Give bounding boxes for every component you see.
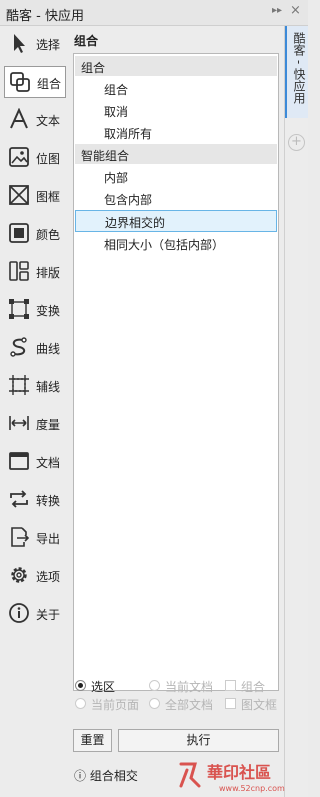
sidebar-item-select[interactable]: 选择 [4, 28, 66, 60]
title-bar: 酷客 - 快应用 ▸▸ × [0, 0, 308, 26]
sidebar-item-guides[interactable]: 辅线 [4, 370, 66, 402]
panel-title: 组合 [74, 34, 99, 48]
list-item-label: 组合 [104, 83, 129, 97]
sidebar-item-export[interactable]: 导出 [4, 522, 66, 554]
scope-current-page-label: 当前页面 [91, 698, 140, 712]
sidebar-item-measure[interactable]: 度量 [4, 408, 66, 440]
document-icon [9, 452, 29, 470]
scope-current-doc-radio[interactable] [149, 680, 160, 691]
sidebar-item-document[interactable]: 文档 [4, 446, 66, 478]
export-icon [11, 527, 30, 547]
color-icon [9, 223, 29, 243]
list-item[interactable]: 取消所有 [75, 122, 277, 142]
scope-selection-radio[interactable] [75, 680, 86, 691]
sidebar-item-frame[interactable]: 图框 [4, 180, 66, 212]
group-icon [10, 72, 30, 92]
graphic-frame-checkbox-label: 图文框 [241, 698, 278, 712]
list-item[interactable]: 包含内部 [75, 188, 277, 208]
status-bar: ⓘ 组合相交 [74, 767, 138, 784]
sidebar-item-layout[interactable]: 排版 [4, 256, 66, 288]
tab-label: 酷客 - 快应用 [292, 32, 306, 104]
list-item[interactable]: 相同大小（包括内部） [75, 233, 277, 253]
window-title: 酷客 - 快应用 [6, 9, 84, 24]
expand-icon[interactable]: ▸▸ [272, 5, 282, 16]
watermark-logo: 華印社區 www.52cnp.com [179, 762, 285, 793]
list-item-label: 包含内部 [104, 193, 153, 207]
sidebar-item-label: 辅线 [36, 380, 61, 394]
sidebar-item-label: 颜色 [36, 228, 61, 242]
svg-text:華印社區: 華印社區 [207, 763, 271, 782]
layout-icon [9, 261, 29, 281]
sidebar-item-label: 选项 [36, 570, 61, 584]
sidebar-item-label: 关于 [36, 608, 61, 622]
list-item[interactable]: 取消 [75, 100, 277, 120]
sidebar-item-color[interactable]: 颜色 [4, 218, 66, 250]
group-header-label: 组合 [81, 61, 106, 75]
sidebar-item-transform[interactable]: 变换 [4, 294, 66, 326]
scope-all-docs-radio[interactable] [149, 698, 160, 709]
scope-current-page-radio[interactable] [75, 698, 86, 709]
list-item-label: 相同大小（包括内部） [104, 238, 225, 252]
sidebar-item-label: 选择 [36, 38, 61, 52]
sidebar-item-label: 变换 [36, 304, 61, 318]
list-group-header: 组合 [75, 56, 277, 76]
sidebar-item-label: 导出 [36, 532, 61, 546]
gear-icon [11, 567, 27, 583]
sidebar-item-label: 转换 [36, 494, 61, 508]
tab-kuke-quick-app[interactable]: 酷客 - 快应用 [285, 26, 308, 118]
info-icon: ⓘ [74, 769, 87, 783]
sidebar-item-options[interactable]: 选项 [4, 560, 66, 592]
sidebar-item-text[interactable]: 文本 [4, 104, 66, 136]
group-checkbox[interactable] [225, 680, 236, 691]
list-item-label: 边界相交的 [105, 216, 166, 230]
right-dock: 酷客 - 快应用 + [284, 26, 308, 797]
sidebar-item-convert[interactable]: 转换 [4, 484, 66, 516]
command-list[interactable]: 组合 组合 取消 取消所有 智能组合 内部 包含内部 边界相交的 相同大小（包括… [73, 53, 279, 691]
sidebar-item-bitmap[interactable]: 位图 [4, 142, 66, 174]
scope-current-doc-label: 当前文档 [165, 680, 214, 694]
guide-icon [9, 375, 29, 395]
status-text: 组合相交 [89, 769, 138, 783]
sidebar-item-label: 排版 [36, 266, 61, 280]
list-item-label: 取消 [104, 105, 129, 119]
reset-button[interactable]: 重置 [73, 729, 112, 752]
convert-icon [10, 490, 28, 508]
sidebar-item-label: 图框 [36, 190, 61, 204]
transform-icon [9, 299, 29, 319]
group-checkbox-label: 组合 [241, 680, 266, 694]
list-item[interactable]: 组合 [75, 78, 277, 98]
tool-sidebar: 选择 组合 文本 位图 图框 颜色 排版 变换 曲线 辅线 度量 文档 转换 导… [0, 26, 68, 797]
list-item-label: 取消所有 [104, 127, 153, 141]
sidebar-item-label: 度量 [36, 418, 61, 432]
scope-all-docs-label: 全部文档 [165, 698, 214, 712]
list-group-header: 智能组合 [75, 144, 277, 164]
scope-selection-label: 选区 [91, 680, 116, 694]
sidebar-item-curve[interactable]: 曲线 [4, 332, 66, 364]
add-panel-icon[interactable]: + [288, 134, 305, 151]
list-item-label: 内部 [104, 171, 129, 185]
svg-text:www.52cnp.com: www.52cnp.com [219, 784, 285, 793]
text-icon [10, 108, 28, 129]
sidebar-item-label: 组合 [37, 77, 62, 91]
execute-button[interactable]: 执行 [118, 729, 279, 752]
graphic-frame-checkbox[interactable] [225, 698, 236, 709]
sidebar-item-group[interactable]: 组合 [4, 66, 66, 98]
sidebar-item-label: 文本 [36, 114, 61, 128]
cursor-icon [14, 34, 25, 53]
measure-icon [9, 416, 29, 430]
sidebar-item-label: 曲线 [36, 342, 61, 356]
list-item-selected[interactable]: 边界相交的 [75, 210, 277, 232]
list-item[interactable]: 内部 [75, 166, 277, 186]
sidebar-item-label: 位图 [36, 152, 61, 166]
curve-icon [10, 337, 27, 357]
info-icon [9, 603, 29, 623]
sidebar-item-about[interactable]: 关于 [4, 598, 66, 630]
close-icon[interactable]: × [290, 3, 301, 18]
image-icon [9, 147, 29, 167]
frame-icon [9, 185, 29, 205]
group-panel: 组合 组合 组合 取消 取消所有 智能组合 内部 包含内部 边界相交的 相同大小… [68, 26, 284, 797]
sidebar-item-label: 文档 [36, 456, 61, 470]
group-header-label: 智能组合 [81, 149, 130, 163]
